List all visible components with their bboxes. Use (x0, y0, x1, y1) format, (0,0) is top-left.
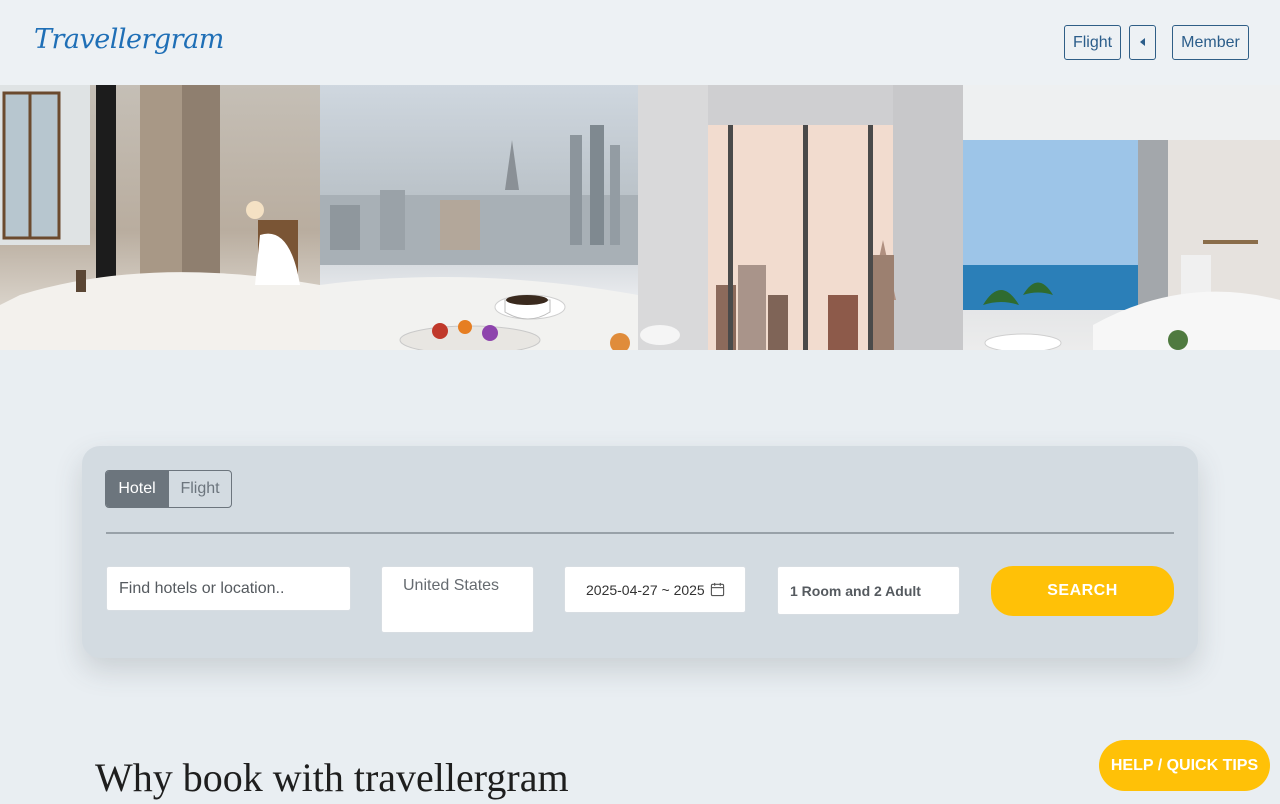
help-quick-tips-button[interactable]: HELP / QUICK TIPS (1099, 740, 1270, 791)
city-skyline-room-image (638, 85, 963, 350)
hero-image-strip (0, 85, 1280, 350)
caret-left-icon (1140, 38, 1145, 47)
breakfast-city-illustration (320, 125, 638, 350)
tab-hotel[interactable]: Hotel (106, 471, 168, 507)
city-skyline-room-illustration (638, 85, 963, 350)
date-range-picker[interactable]: 2025-04-27 ~ 2025 (564, 566, 746, 613)
why-book-heading: Why book with travellergram (95, 755, 569, 800)
room-guests-selector[interactable]: 1 Room and 2 Adult (777, 566, 960, 615)
member-button[interactable]: Member (1172, 25, 1249, 60)
search-button[interactable]: SEARCH (991, 566, 1174, 616)
travellergram-logo[interactable]: Travellergram (34, 14, 224, 66)
flight-nav-button[interactable]: Flight (1064, 25, 1121, 60)
room-guests-value: 1 Room and 2 Adult (790, 582, 921, 599)
tab-flight[interactable]: Flight (168, 471, 231, 507)
calendar-icon (710, 582, 725, 597)
hotel-bedroom-illustration (0, 85, 320, 350)
location-search-input[interactable] (106, 566, 351, 611)
date-range-value: 2025-04-27 ~ 2025 (586, 581, 705, 598)
hotel-bedroom-image (0, 85, 320, 350)
site-header: Travellergram Flight Member (0, 0, 1280, 85)
ocean-view-living-room-illustration (963, 85, 1280, 350)
country-select-value: United States (403, 577, 500, 594)
ocean-view-living-room-image (963, 85, 1280, 350)
search-divider (106, 532, 1174, 534)
country-select[interactable]: United States (381, 566, 534, 633)
search-panel: Hotel Flight United States 2025-04-27 ~ … (82, 446, 1198, 658)
language-toggle-button[interactable] (1129, 25, 1156, 60)
search-type-tabs: Hotel Flight (105, 470, 232, 508)
breakfast-city-view-image (320, 85, 638, 350)
